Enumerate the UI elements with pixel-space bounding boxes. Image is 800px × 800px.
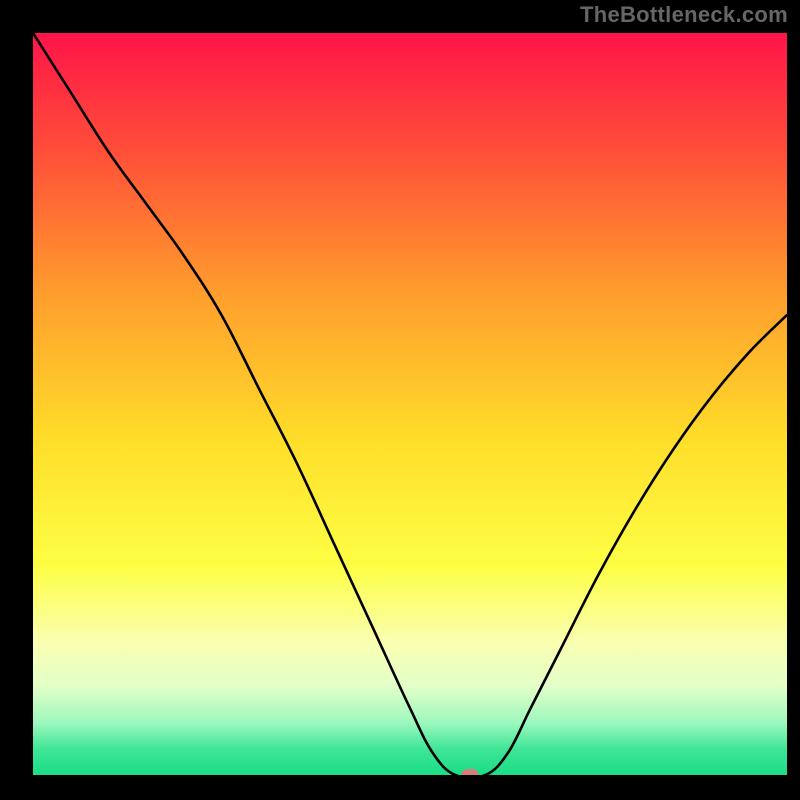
gradient-fill <box>33 33 787 775</box>
plot-area <box>33 33 787 775</box>
chart-svg <box>33 33 787 775</box>
watermark-text: TheBottleneck.com <box>580 2 788 28</box>
chart-container: TheBottleneck.com <box>0 0 800 800</box>
optimal-point-marker <box>462 769 479 775</box>
